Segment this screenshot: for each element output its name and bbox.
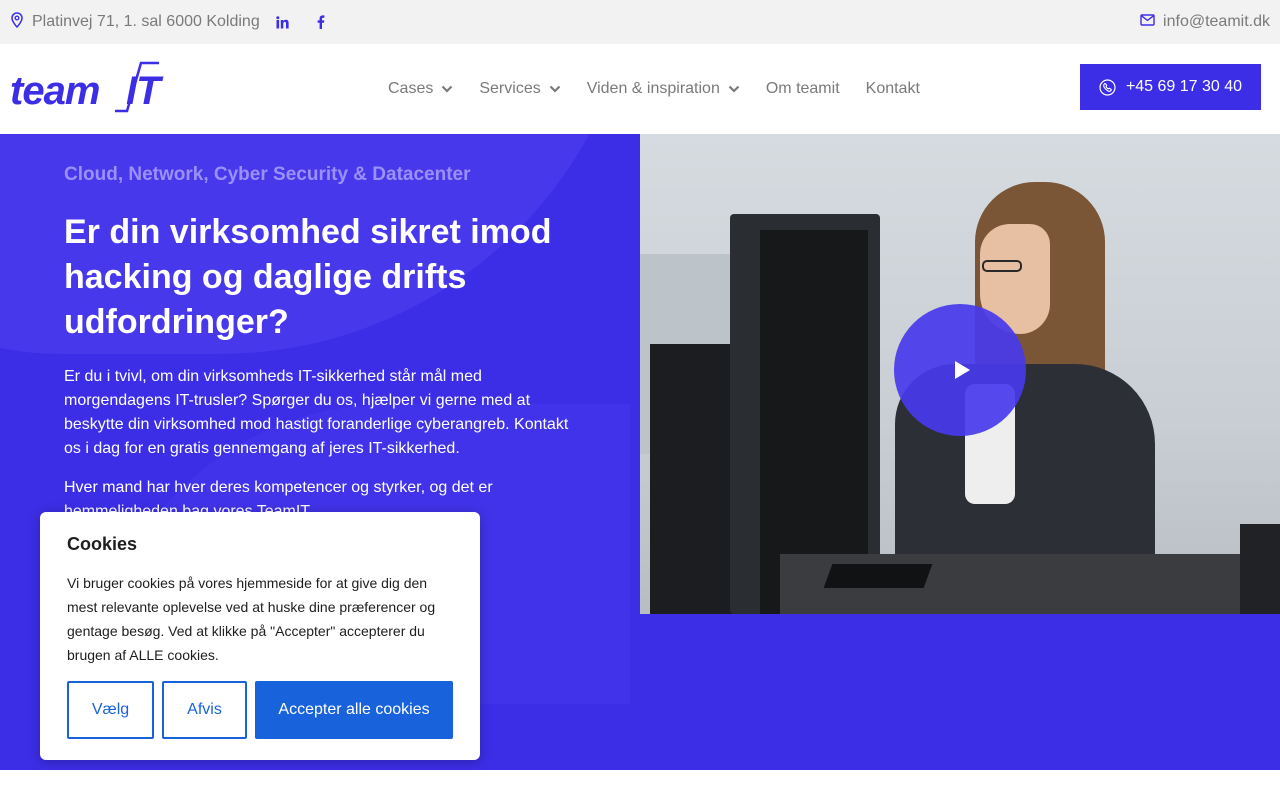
video-chair xyxy=(1240,524,1280,614)
phone-button[interactable]: +45 69 17 30 40 xyxy=(1080,64,1261,110)
play-button[interactable] xyxy=(894,304,1026,436)
site-header: team IT Cases Services Viden & inspirati… xyxy=(0,44,1280,134)
cookie-dialog: Cookies Vi bruger cookies på vores hjemm… xyxy=(40,512,480,760)
facebook-icon[interactable] xyxy=(314,15,328,29)
hero-paragraph-1: Er du i tvivl, om din virksomheds IT-sik… xyxy=(64,368,569,457)
phone-icon xyxy=(1099,78,1116,96)
logo-text-it: IT xyxy=(126,69,161,113)
nav-item-label: Services xyxy=(479,80,541,97)
nav-item-om-teamit[interactable]: Om teamit xyxy=(766,80,840,98)
nav-item-label: Cases xyxy=(388,80,434,97)
address: Platinvej 71, 1. sal 6000 Kolding xyxy=(10,11,260,33)
address-text: Platinvej 71, 1. sal 6000 Kolding xyxy=(32,13,260,30)
cookie-accept-all-button[interactable]: Accepter alle cookies xyxy=(255,681,453,739)
nav-item-label: Kontakt xyxy=(865,80,920,97)
cookie-reject-button[interactable]: Afvis xyxy=(162,681,247,739)
chevron-down-icon xyxy=(442,85,453,93)
nav-item-label: Viden & inspiration xyxy=(586,80,720,97)
nav-item-cases[interactable]: Cases xyxy=(388,80,453,98)
phone-number: +45 69 17 30 40 xyxy=(1125,78,1243,95)
nav-item-kontakt[interactable]: Kontakt xyxy=(866,80,920,98)
main-nav: Cases Services Viden & inspiration Om te… xyxy=(388,44,920,134)
chevron-down-icon xyxy=(728,85,740,93)
envelope-icon xyxy=(1140,13,1155,31)
email-text: info@teamit.dk xyxy=(1163,13,1270,30)
video-keyboard xyxy=(823,564,933,588)
play-icon xyxy=(954,361,970,379)
linkedin-icon[interactable] xyxy=(276,15,290,29)
video-person-glasses xyxy=(982,260,1022,272)
email-link[interactable]: info@teamit.dk xyxy=(1140,13,1270,31)
cookie-choose-button[interactable]: Vælg xyxy=(67,681,154,739)
hero-title: Er din virksomhed sikret imod hacking og… xyxy=(64,213,552,341)
top-bar: Platinvej 71, 1. sal 6000 Kolding info@t… xyxy=(0,0,1280,44)
nav-item-services[interactable]: Services xyxy=(479,80,560,98)
cookie-title: Cookies xyxy=(67,534,138,554)
logo-text-team: team xyxy=(10,69,100,113)
hero-video[interactable] xyxy=(640,134,1280,614)
nav-item-viden-inspiration[interactable]: Viden & inspiration xyxy=(587,80,740,98)
nav-item-label: Om teamit xyxy=(765,80,840,97)
map-pin-icon xyxy=(10,11,24,33)
cookie-text: Vi bruger cookies på vores hjemmeside fo… xyxy=(67,575,436,663)
cookie-buttons: Vælg Afvis Accepter alle cookies xyxy=(67,681,453,739)
teamit-logo[interactable]: team IT xyxy=(10,61,170,117)
social-links xyxy=(276,15,328,29)
hero-eyebrow: Cloud, Network, Cyber Security & Datacen… xyxy=(64,164,471,185)
chevron-down-icon xyxy=(549,85,560,93)
